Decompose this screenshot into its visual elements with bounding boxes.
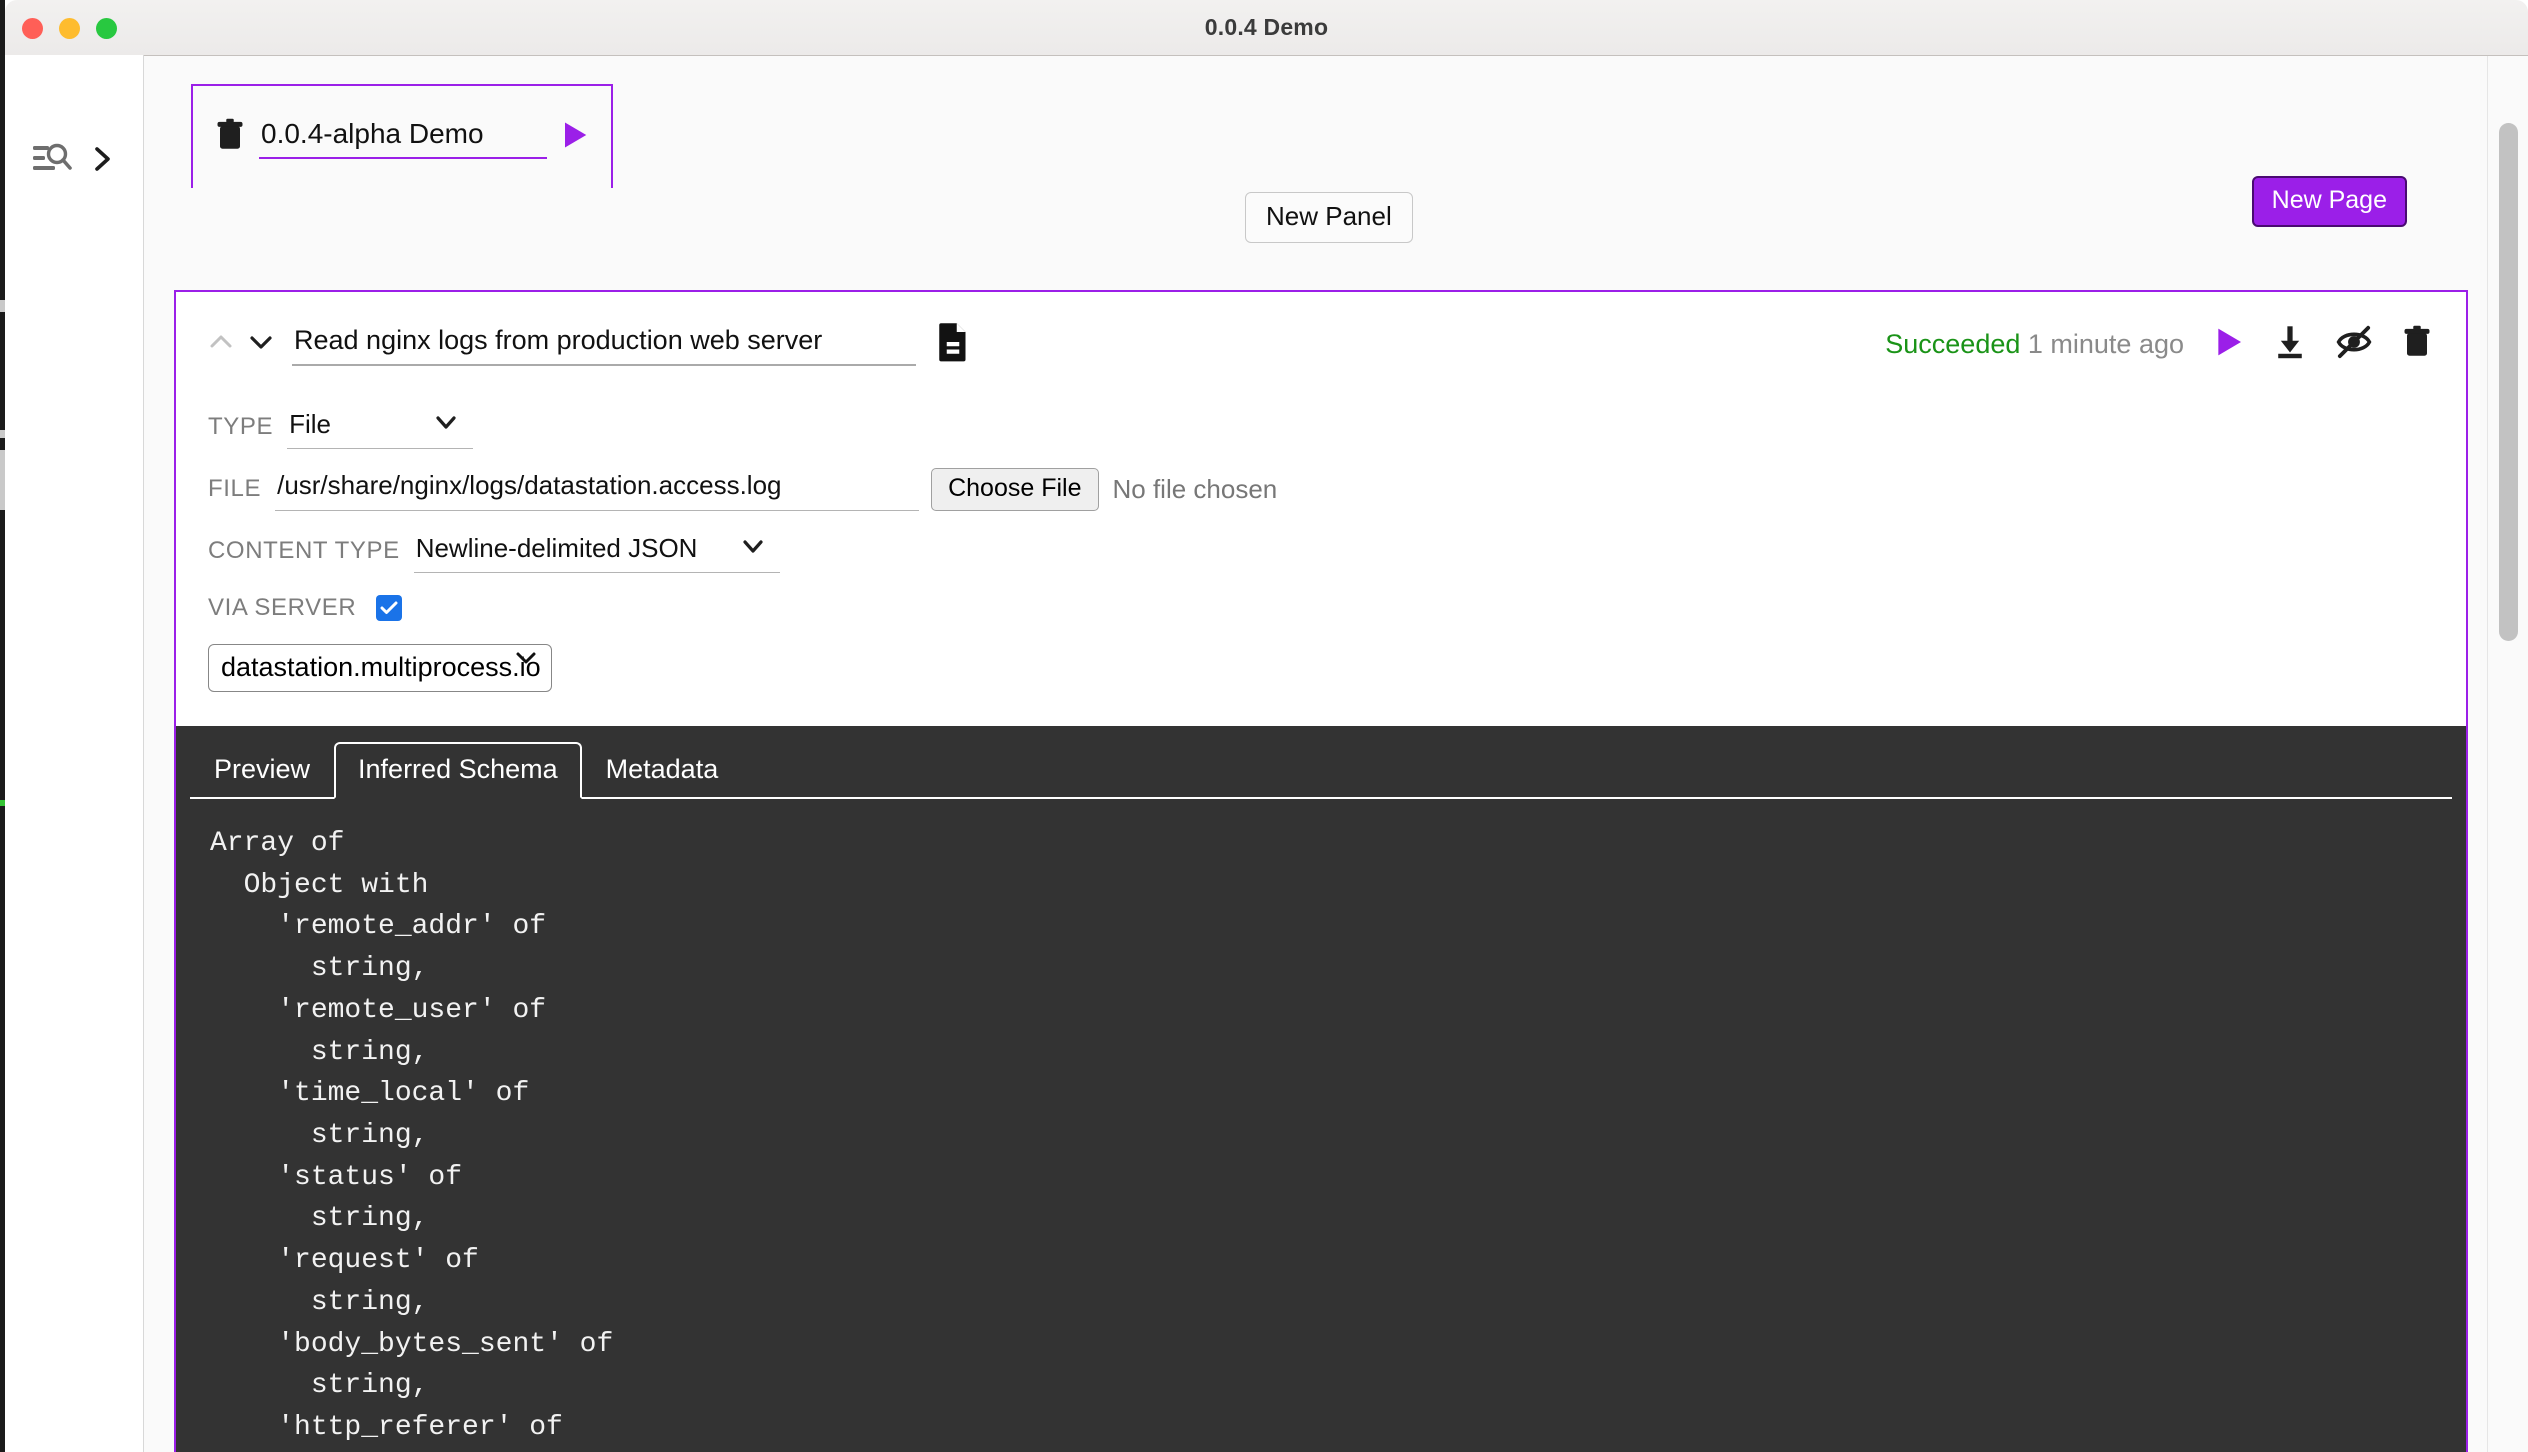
chevron-up-icon[interactable] xyxy=(208,332,234,357)
tab-preview[interactable]: Preview xyxy=(190,742,334,799)
new-panel-row: New Panel xyxy=(144,186,2488,264)
file-path-input[interactable] xyxy=(275,467,920,511)
panel-title-input[interactable] xyxy=(292,322,916,366)
eye-off-icon[interactable] xyxy=(2336,325,2372,364)
server-select[interactable]: datastation.multiprocess.io xyxy=(208,644,552,692)
no-file-chosen-label: No file chosen xyxy=(1112,473,1278,504)
file-field-row: FILE Choose File No file chosen xyxy=(208,458,2466,520)
vertical-scrollbar-track[interactable] xyxy=(2487,56,2528,1452)
via-server-field-row: VIA SERVER xyxy=(208,582,2466,634)
left-sidebar xyxy=(5,55,144,1452)
window-title: 0.0.4 Demo xyxy=(1204,14,1329,40)
panel-form: TYPE File FILE Choose File No file chose… xyxy=(176,396,2466,726)
page-tab-bar: New Page xyxy=(144,56,2488,227)
type-select[interactable]: File xyxy=(287,405,474,449)
results-area: Preview Inferred Schema Metadata Array o… xyxy=(176,726,2466,1452)
type-label: TYPE xyxy=(208,413,274,440)
via-server-checkbox[interactable] xyxy=(376,595,403,621)
chevron-right-icon[interactable] xyxy=(93,144,113,179)
type-field-row: TYPE File xyxy=(208,396,2466,458)
download-icon[interactable] xyxy=(2274,325,2306,364)
panel-actions: Succeeded 1 minute ago xyxy=(1885,325,2432,364)
trash-icon[interactable] xyxy=(2402,325,2432,364)
tab-inferred-schema[interactable]: Inferred Schema xyxy=(334,742,582,799)
results-tabs: Preview Inferred Schema Metadata xyxy=(176,726,2466,799)
file-document-icon xyxy=(936,322,970,367)
chevron-down-icon[interactable] xyxy=(248,332,274,357)
content-type-label: CONTENT TYPE xyxy=(208,537,400,564)
app-window: 0.0.4 Demo 0.0.4-alpha Demo New Page New… xyxy=(0,0,2528,1452)
page-tab[interactable] xyxy=(191,84,613,188)
content-type-field-row: CONTENT TYPE Newline-delimited JSON xyxy=(208,520,2466,582)
play-icon[interactable] xyxy=(2214,326,2244,363)
panel-status: Succeeded 1 minute ago xyxy=(1885,329,2184,360)
status-text: Succeeded xyxy=(1885,328,2021,359)
file-label: FILE xyxy=(208,475,262,502)
window-titlebar: 0.0.4 Demo xyxy=(5,0,2528,56)
via-server-label: VIA SERVER xyxy=(208,594,357,621)
tab-metadata[interactable]: Metadata xyxy=(582,742,743,799)
panel: Succeeded 1 minute ago xyxy=(174,290,2468,1452)
new-panel-button[interactable]: New Panel xyxy=(1245,192,1413,243)
filter-search-icon[interactable] xyxy=(33,142,73,181)
trash-icon[interactable] xyxy=(215,118,245,157)
page-run-play-icon[interactable] xyxy=(561,120,589,155)
status-timestamp: 1 minute ago xyxy=(2027,328,2184,359)
inferred-schema-text: Array of Object with 'remote_addr' of st… xyxy=(210,828,614,1444)
vertical-scrollbar-thumb[interactable] xyxy=(2499,123,2518,641)
panel-header: Succeeded 1 minute ago xyxy=(176,292,2466,396)
choose-file-button[interactable]: Choose File xyxy=(931,467,1099,511)
page-name-input[interactable] xyxy=(259,115,547,159)
content-type-select[interactable]: Newline-delimited JSON xyxy=(413,529,780,573)
